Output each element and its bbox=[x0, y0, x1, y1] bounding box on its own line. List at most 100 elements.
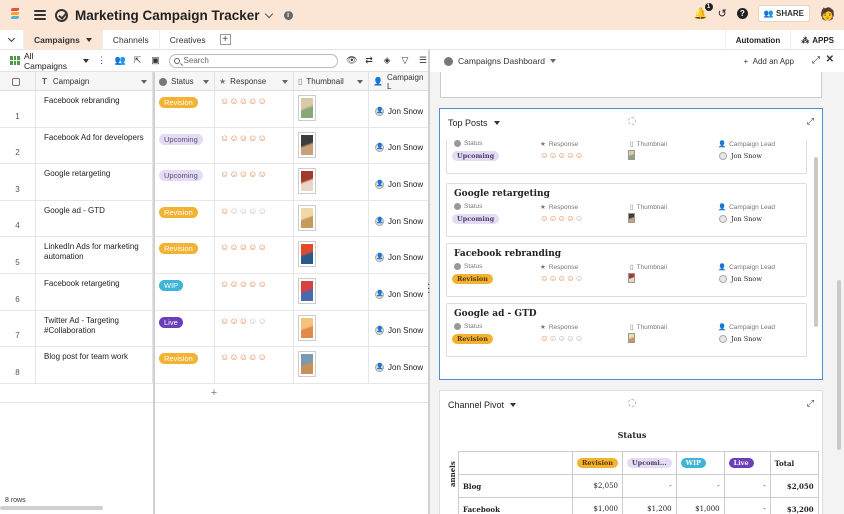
post-card[interactable]: Google ad - GTD Status ★ Response ▯ Thumbnail… bbox=[446, 303, 807, 357]
rating-cell[interactable]: ☺☺☺☺☺ bbox=[215, 347, 294, 383]
add-tab-button[interactable]: + bbox=[219, 34, 231, 45]
caret-down-icon[interactable] bbox=[510, 403, 517, 407]
dashboard-title[interactable]: Campaigns Dashboard bbox=[458, 56, 545, 66]
view-selector[interactable]: All Campaigns bbox=[24, 51, 79, 71]
color-icon[interactable]: ◈ bbox=[382, 55, 392, 66]
thumbnail-cell[interactable] bbox=[294, 200, 369, 237]
app-title[interactable]: Marketing Campaign Tracker bbox=[75, 8, 260, 23]
campaign-cell[interactable]: Google retargeting bbox=[0, 164, 153, 200]
column-header-campaign[interactable]: T Campaign bbox=[36, 72, 153, 91]
rating-cell[interactable]: ☺☺☺☺☺ bbox=[215, 164, 294, 200]
bell-icon[interactable]: 🔔 1 bbox=[694, 3, 713, 20]
dashboard-scrollbar[interactable] bbox=[837, 280, 841, 450]
status-cell[interactable]: Upcoming bbox=[155, 127, 215, 164]
thumbnail-cell[interactable] bbox=[294, 310, 369, 347]
status-cell[interactable]: WIP bbox=[155, 274, 215, 310]
info-icon[interactable]: i bbox=[283, 10, 293, 20]
caret-down-icon[interactable] bbox=[85, 37, 92, 42]
status-cell[interactable]: Revision bbox=[155, 347, 215, 383]
campaign-lead-cell[interactable]: 👤 Jon Snow bbox=[369, 201, 428, 237]
post-card[interactable]: Google retargeting Status ★ Response ▯ Thumbn… bbox=[446, 183, 807, 237]
thumbnail-image[interactable] bbox=[298, 241, 316, 268]
expand-icon[interactable]: ⤢ bbox=[812, 55, 820, 66]
tab-creatives[interactable]: Creatives bbox=[160, 30, 216, 50]
table-row[interactable]: 2 Facebook Ad for developers Upcoming ☺☺☺☺☺… bbox=[0, 127, 428, 165]
arrange-icon[interactable]: ⇄ bbox=[364, 55, 374, 66]
thumbnail-image[interactable] bbox=[628, 213, 635, 223]
table-row[interactable]: 7 Twitter Ad - Targeting #Collaboration Li… bbox=[0, 310, 428, 348]
widget-title[interactable]: Top Posts bbox=[448, 118, 500, 128]
thumbnail-image[interactable] bbox=[298, 95, 316, 121]
column-header-status[interactable]: Status bbox=[155, 72, 215, 91]
caret-down-icon[interactable] bbox=[282, 79, 288, 84]
table-row[interactable]: 1 Facebook rebranding Revision ☺☺☺☺☺ 👤 Jon Sn… bbox=[0, 91, 428, 128]
table-row[interactable]: 8 Blog post for team work Revision ☺☺☺☺☺ 👤 Jo… bbox=[0, 347, 428, 384]
sort-icon[interactable]: ☰ bbox=[418, 55, 428, 66]
campaign-lead-cell[interactable]: 👤 Jon Snow bbox=[369, 311, 428, 347]
status-cell[interactable]: Revision bbox=[155, 91, 215, 127]
campaign-cell[interactable]: Facebook Ad for developers bbox=[0, 127, 153, 164]
campaign-lead-cell[interactable]: 👤 Jon Snow bbox=[369, 347, 428, 383]
tab-channels[interactable]: Channels bbox=[103, 29, 160, 50]
column-header-response[interactable]: ★ Response bbox=[215, 72, 294, 91]
rating-cell[interactable]: ☺☺☺☺☺ bbox=[215, 127, 294, 164]
drag-handle-icon[interactable] bbox=[628, 117, 636, 125]
vertical-scrollbar[interactable] bbox=[814, 157, 818, 327]
close-icon[interactable]: ✕ bbox=[826, 54, 834, 65]
automation-button[interactable]: Automation bbox=[724, 30, 790, 50]
horizontal-scrollbar[interactable] bbox=[0, 506, 103, 510]
chevron-down-icon[interactable] bbox=[264, 9, 273, 18]
table-row[interactable]: 6 Facebook retargeting WIP ☺☺☺☺☺ 👤 Jon Snow bbox=[0, 274, 428, 311]
add-row-button[interactable]: + bbox=[0, 383, 428, 403]
campaign-cell[interactable]: Google ad - GTD bbox=[0, 200, 153, 237]
caret-down-icon[interactable] bbox=[141, 79, 147, 84]
caret-down-icon[interactable] bbox=[82, 58, 89, 63]
thumbnail-cell[interactable] bbox=[294, 91, 369, 127]
collapse-toggle[interactable] bbox=[0, 29, 24, 50]
share-view-icon[interactable]: 👥 bbox=[115, 55, 126, 66]
rating-cell[interactable]: ☺☺☺☺☺ bbox=[215, 200, 294, 237]
thumbnail-image[interactable] bbox=[298, 204, 316, 231]
thumbnail-image[interactable] bbox=[298, 168, 316, 195]
post-card[interactable]: Status ★ Response ▯ Thumbnail 👤 Campaign Lead U… bbox=[446, 140, 807, 174]
thumbnail-image[interactable] bbox=[628, 273, 635, 283]
caret-down-icon[interactable] bbox=[493, 121, 500, 125]
caret-down-icon[interactable] bbox=[203, 79, 209, 84]
widget-title[interactable]: Channel Pivot bbox=[448, 400, 517, 410]
thumbnail-cell[interactable] bbox=[294, 347, 369, 383]
thumbnail-image[interactable] bbox=[298, 314, 316, 341]
menu-icon[interactable] bbox=[34, 8, 46, 22]
campaign-cell[interactable]: LinkedIn Ads for marketing automation bbox=[0, 237, 153, 273]
status-cell[interactable]: Revision bbox=[155, 200, 215, 237]
search-input[interactable]: Search bbox=[168, 53, 339, 68]
thumbnail-cell[interactable] bbox=[294, 127, 369, 164]
layout-icon[interactable]: ▣ bbox=[151, 55, 161, 66]
drag-handle-icon[interactable] bbox=[628, 399, 636, 407]
table-row[interactable]: 4 Google ad - GTD Revision ☺☺☺☺☺ 👤 Jon Snow bbox=[0, 200, 428, 238]
caret-down-icon[interactable] bbox=[549, 59, 556, 63]
rating-cell[interactable]: ☺☺☺☺☺ bbox=[215, 310, 294, 347]
campaign-lead-cell[interactable]: 👤 Jon Snow bbox=[369, 274, 428, 310]
rating-cell[interactable]: ☺☺☺☺☺ bbox=[215, 91, 294, 127]
campaign-cell[interactable]: Facebook rebranding bbox=[0, 91, 153, 127]
table-row[interactable]: 5 LinkedIn Ads for marketing automation Re… bbox=[0, 237, 428, 274]
rating-cell[interactable]: ☺☺☺☺☺ bbox=[215, 237, 294, 273]
expand-icon[interactable]: ⤢ bbox=[807, 398, 814, 409]
campaign-lead-cell[interactable]: 👤 Jon Snow bbox=[369, 237, 428, 273]
filter-icon[interactable]: ▽ bbox=[400, 55, 410, 66]
campaign-lead-cell[interactable]: 👤 Jon Snow bbox=[369, 91, 428, 127]
thumbnail-cell[interactable] bbox=[294, 164, 369, 200]
add-app-button[interactable]: + Add an App bbox=[744, 57, 795, 66]
user-avatar[interactable]: 🧑 bbox=[820, 7, 835, 21]
status-cell[interactable]: Revision bbox=[155, 237, 215, 273]
campaign-cell[interactable]: Facebook retargeting bbox=[0, 274, 153, 310]
status-cell[interactable]: Upcoming bbox=[155, 164, 215, 200]
column-header-campaign-lead[interactable]: 👤 Campaign L bbox=[369, 72, 428, 91]
thumbnail-image[interactable] bbox=[298, 131, 316, 158]
thumbnail-image[interactable] bbox=[628, 333, 635, 343]
thumbnail-image[interactable] bbox=[628, 150, 635, 160]
history-icon[interactable]: ↺ bbox=[718, 7, 727, 20]
thumbnail-image[interactable] bbox=[298, 278, 316, 304]
status-cell[interactable]: Live bbox=[155, 310, 215, 347]
table-row[interactable]: 3 Google retargeting Upcoming ☺☺☺☺☺ 👤 Jon Sno… bbox=[0, 164, 428, 201]
